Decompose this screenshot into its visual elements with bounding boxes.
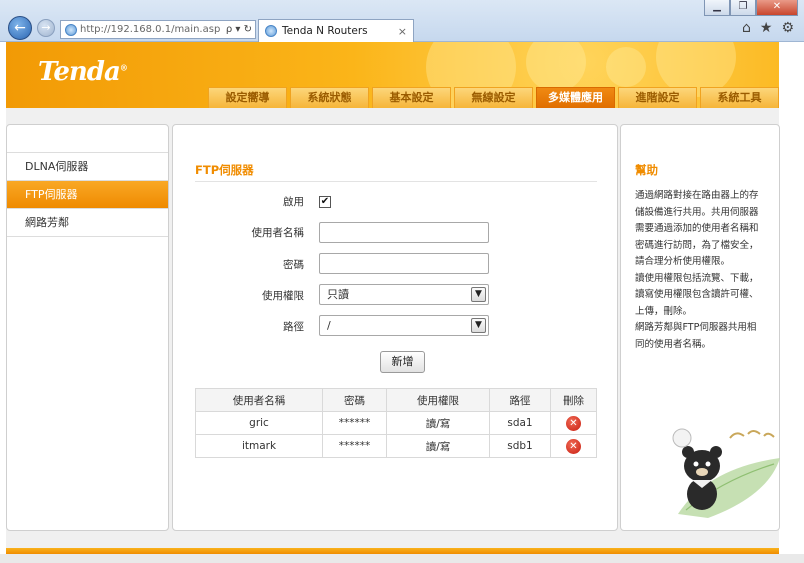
help-line: 讀寫使用權限包含讀許可權、 [635,289,759,300]
forward-button[interactable]: → [37,19,55,37]
help-line: 儲設備進行共用。共用伺服器 [635,206,759,218]
bear-watermark-logo [672,428,780,518]
table-row: gric ****** 讀/寫 sda1 ✕ [195,411,597,435]
settings-gear-icon[interactable]: ⚙ [781,20,794,36]
address-tools-icons[interactable]: ρ ▾ ↻ [226,24,255,35]
help-line: 通過網路對接在路由器上的存 [635,190,759,201]
column-header-username: 使用者名稱 [195,388,323,412]
username-input[interactable] [319,222,489,243]
path-label: 路徑 [283,321,304,333]
cell-username: itmark [195,434,323,458]
sidebar-item-network-neighborhood[interactable]: 網路芳鄰 [7,209,168,237]
header-decoration [526,42,586,92]
tab-wireless-settings[interactable]: 無線設定 [454,87,533,108]
help-line: 網路芳鄰與FTP伺服器共用相 [635,322,757,333]
cell-delete: ✕ [550,434,597,458]
delete-icon[interactable]: ✕ [566,415,581,431]
path-select-value: / [327,319,331,332]
help-line: 上傳，刪除。 [635,305,693,317]
cell-password: ****** [322,411,387,435]
home-icon[interactable]: ⌂ [742,20,751,36]
maximize-button[interactable]: ❐ [730,0,756,16]
chevron-down-icon[interactable]: ▼ [471,287,486,302]
tab-setup-wizard[interactable]: 設定嚮導 [208,87,287,108]
add-user-button[interactable]: 新增 [380,351,425,373]
username-label: 使用者名稱 [251,227,305,239]
cell-path: sda1 [489,411,551,435]
section-title: FTP伺服器 [195,163,254,177]
ftp-users-table: 使用者名稱 密碼 使用權限 路徑 刪除 gric ****** 讀/寫 sda1… [195,388,597,458]
table-header-row: 使用者名稱 密碼 使用權限 路徑 刪除 [195,388,597,412]
column-header-password: 密碼 [322,388,387,412]
sidebar-item-ftp[interactable]: FTP伺服器 [7,181,168,209]
password-label: 密碼 [283,259,304,271]
section-divider [195,181,597,182]
tab-favicon-icon [265,25,277,37]
favorites-star-icon[interactable]: ★ [760,20,773,36]
cell-delete: ✕ [550,411,597,435]
sidebar-header [7,125,168,153]
browser-tab[interactable]: Tenda N Routers × [258,19,414,42]
help-line: 讀使用權限包括流覽、下載， [635,272,759,284]
tab-basic-settings[interactable]: 基本設定 [372,87,451,108]
ftp-settings-panel: FTP伺服器 啟用 ✔ 使用者名稱 密碼 使用權限 只讀 ▼ 路徑 / ▼ 新增… [172,124,618,531]
router-header: Tenda® 設定嚮導 系統狀態 基本設定 無線設定 多媒體應用 進階設定 系統… [6,42,779,108]
path-select[interactable]: / ▼ [319,315,489,336]
delete-icon[interactable]: ✕ [566,438,581,454]
cell-path: sdb1 [489,434,551,458]
column-header-delete: 刪除 [550,388,597,412]
minimize-button[interactable]: ▁ [704,0,730,16]
tab-system-status[interactable]: 系統狀態 [290,87,369,108]
permission-select[interactable]: 只讀 ▼ [319,284,489,305]
help-line: 需要通過添加的使用者名稱和 [635,223,759,234]
tab-advanced-settings[interactable]: 進階設定 [618,87,697,108]
cell-permission: 讀/寫 [386,434,490,458]
window-close-button[interactable]: ✕ [756,0,798,16]
ie-page-icon [65,23,77,36]
cell-password: ****** [322,434,387,458]
tab-multimedia[interactable]: 多媒體應用 [536,87,615,108]
cell-permission: 讀/寫 [386,411,490,435]
help-line: 請合理分析使用權限。 [635,256,731,267]
cell-username: gric [195,411,323,435]
tab-title: Tenda N Routers [282,25,368,37]
logo-text: Tenda [38,57,121,87]
back-button[interactable]: ← [8,16,32,40]
sidebar-item-dlna[interactable]: DLNA伺服器 [7,153,168,181]
help-text: 通過網路對接在路由器上的存 儲設備進行共用。共用伺服器 需要通過添加的使用者名稱… [635,188,775,353]
tenda-logo: Tenda® [38,57,128,87]
header-decoration [606,47,646,87]
permission-label: 使用權限 [262,290,304,302]
main-navigation: 設定嚮導 系統狀態 基本設定 無線設定 多媒體應用 進階設定 系統工具 [208,87,779,108]
address-url[interactable]: http://192.168.0.1/main.asp [80,24,226,35]
password-input[interactable] [319,253,489,274]
address-bar[interactable]: http://192.168.0.1/main.asp ρ ▾ ↻ [60,20,256,39]
help-title: 幫助 [635,163,658,177]
chevron-down-icon[interactable]: ▼ [471,318,486,333]
logo-registered-mark: ® [119,62,128,73]
column-header-path: 路徑 [489,388,551,412]
browser-toolbar-icons: ⌂ ★ ⚙ [742,20,794,36]
column-header-permission: 使用權限 [386,388,490,412]
browser-chrome: ▁ ❐ ✕ ← → http://192.168.0.1/main.asp ρ … [0,0,804,42]
help-line: 密碼進行訪問，為了檔安全， [635,239,759,251]
enable-checkbox[interactable]: ✔ [319,196,331,208]
tab-close-icon[interactable]: × [398,25,413,38]
help-line: 同的使用者名稱。 [635,338,712,350]
enable-label: 啟用 [283,196,304,208]
window-controls: ▁ ❐ ✕ [704,0,798,16]
sidebar: DLNA伺服器 FTP伺服器 網路芳鄰 [6,124,169,531]
tab-system-tools[interactable]: 系統工具 [700,87,779,108]
table-row: itmark ****** 讀/寫 sdb1 ✕ [195,434,597,458]
permission-select-value: 只讀 [327,288,349,301]
browser-bottom-edge [0,554,804,563]
